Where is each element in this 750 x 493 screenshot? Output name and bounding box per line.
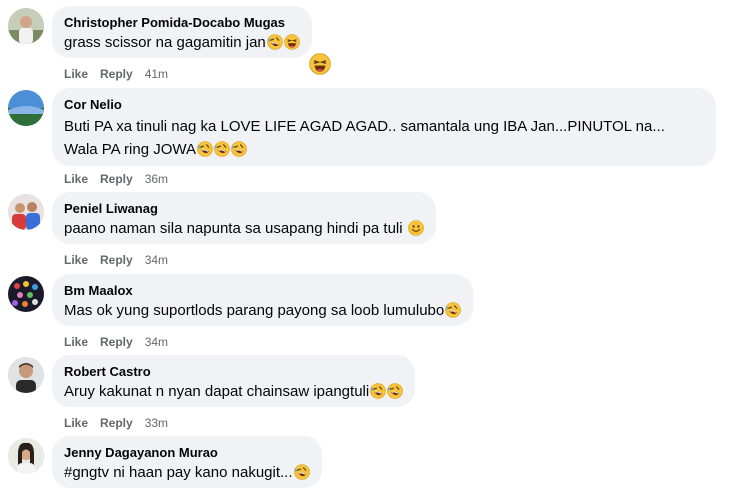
reply-button[interactable]: Reply [100, 67, 133, 81]
comment-text-content: #gngtv ni haan pay kano nakugit... [64, 464, 293, 481]
comment-actions: Like Reply 34m [64, 335, 180, 349]
laugh-emoji-icon [284, 34, 300, 50]
comment-bubble: Jenny Dagayanon Murao #gngtv ni haan pay… [52, 436, 322, 488]
avatar[interactable] [8, 438, 44, 474]
like-button[interactable]: Like [64, 253, 88, 267]
reply-button[interactable]: Reply [100, 416, 133, 430]
rofl-emoji-icon [370, 383, 386, 399]
comment-bubble: Robert Castro Aruy kakunat n nyan dapat … [52, 355, 416, 407]
comment-text-content: Aruy kakunat n nyan dapat chainsaw ipang… [64, 383, 370, 400]
comment-text-content: grass scissor na gagamitin jan [64, 34, 266, 51]
rofl-emoji-icon [197, 141, 213, 157]
comment-text: Aruy kakunat n nyan dapat chainsaw ipang… [64, 382, 403, 402]
avatar[interactable] [8, 90, 44, 126]
like-button[interactable]: Like [64, 67, 88, 81]
comment-timestamp[interactable]: 33m [145, 416, 168, 430]
comment-text: paano naman sila napunta sa usapang hind… [64, 219, 424, 239]
comment-text-content: Mas ok yung suportlods parang payong sa … [64, 302, 445, 319]
comment-timestamp[interactable]: 34m [145, 335, 168, 349]
avatar[interactable] [8, 357, 44, 393]
rofl-emoji-icon [231, 141, 247, 157]
comment-text: #gngtv ni haan pay kano nakugit... [64, 463, 310, 483]
rofl-emoji-icon [267, 34, 283, 50]
comment-actions: Like Reply 41m [64, 67, 180, 81]
comment-author[interactable]: Robert Castro [64, 363, 403, 380]
comment-actions: Like Reply 33m [64, 416, 180, 430]
reply-button[interactable]: Reply [100, 253, 133, 267]
comment-author[interactable]: Peniel Liwanag [64, 200, 424, 217]
rofl-emoji-icon [214, 141, 230, 157]
reply-button[interactable]: Reply [100, 172, 133, 186]
reply-button[interactable]: Reply [100, 335, 133, 349]
rofl-emoji-icon [387, 383, 403, 399]
comment-author[interactable]: Christopher Pomida-Docabo Mugas [64, 14, 300, 31]
comment-text-content: paano naman sila napunta sa usapang hind… [64, 220, 403, 237]
comment-text: Mas ok yung suportlods parang payong sa … [64, 301, 461, 321]
comment-actions: Like Reply 36m [64, 172, 180, 186]
comment-bubble: Cor Nelio Buti PA xa tinuli nag ka LOVE … [52, 88, 716, 166]
comment-author[interactable]: Bm Maalox [64, 282, 461, 299]
avatar[interactable] [8, 276, 44, 312]
comment-bubble: Christopher Pomida-Docabo Mugas grass sc… [52, 6, 312, 58]
comment-text-line: Wala PA ring JOWA [64, 138, 704, 161]
comment-text: Buti PA xa tinuli nag ka LOVE LIFE AGAD … [64, 115, 704, 161]
comment-author[interactable]: Jenny Dagayanon Murao [64, 444, 310, 461]
comment-bubble: Peniel Liwanag paano naman sila napunta … [52, 192, 436, 244]
like-button[interactable]: Like [64, 172, 88, 186]
like-button[interactable]: Like [64, 416, 88, 430]
comment-bubble: Bm Maalox Mas ok yung suportlods parang … [52, 274, 474, 326]
rofl-emoji-icon [294, 464, 310, 480]
comment-timestamp[interactable]: 36m [145, 172, 168, 186]
comment-timestamp[interactable]: 34m [145, 253, 168, 267]
smile-emoji-icon [408, 220, 424, 236]
comment-text: grass scissor na gagamitin jan [64, 33, 300, 53]
comment-text-content: Wala PA ring JOWA [64, 141, 196, 158]
rofl-emoji-icon [445, 302, 461, 318]
like-button[interactable]: Like [64, 335, 88, 349]
avatar[interactable] [8, 194, 44, 230]
comment-actions: Like Reply 34m [64, 253, 180, 267]
comment-text-line: Buti PA xa tinuli nag ka LOVE LIFE AGAD … [64, 118, 665, 135]
comment-author[interactable]: Cor Nelio [64, 96, 704, 113]
comment-timestamp[interactable]: 41m [145, 67, 168, 81]
laugh-reaction-icon[interactable] [309, 53, 331, 75]
avatar[interactable] [8, 8, 44, 44]
